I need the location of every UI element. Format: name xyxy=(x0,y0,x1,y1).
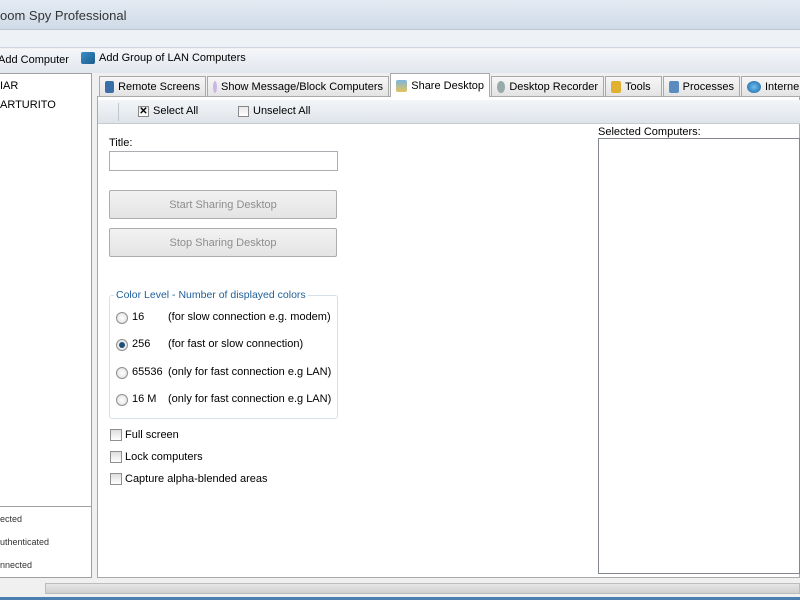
radio-desc: (only for fast connection e.g LAN) xyxy=(168,393,332,405)
radio-value: 16 xyxy=(132,311,145,323)
radio-256[interactable] xyxy=(116,339,128,351)
computer-list[interactable]: IAR ARTURITO ected uthenticated nnected xyxy=(0,73,92,578)
globe-icon xyxy=(747,80,761,93)
tab-label: Show Message/Block Computers xyxy=(220,80,383,93)
tab-internet[interactable]: Interne xyxy=(741,76,800,96)
start-sharing-button[interactable]: Start Sharing Desktop xyxy=(109,190,337,219)
selected-computers-label: Selected Computers: xyxy=(598,126,701,138)
title-bar: oom Spy Professional xyxy=(0,0,800,30)
unselect-all-button[interactable]: Unselect All xyxy=(238,105,310,117)
radio-16[interactable] xyxy=(116,312,128,324)
radio-16m[interactable] xyxy=(116,394,128,406)
tab-processes[interactable]: Processes xyxy=(663,76,740,96)
title-input[interactable] xyxy=(109,151,338,171)
select-all-button[interactable]: ✕ Select All xyxy=(138,105,198,117)
unselect-all-label: Unselect All xyxy=(253,105,311,117)
select-all-label: Select All xyxy=(153,105,199,117)
add-group-label: Add Group of LAN Computers xyxy=(99,52,246,64)
tab-share-desktop[interactable]: Share Desktop xyxy=(390,73,490,97)
main-toolbar: Add Computer Add Group of LAN Computers xyxy=(0,49,800,73)
tab-label: Processes xyxy=(682,80,734,93)
radio-65536[interactable] xyxy=(116,367,128,379)
menu-bar xyxy=(0,31,800,48)
radio-desc: (only for fast connection e.g LAN) xyxy=(168,366,332,378)
title-label: Title: xyxy=(109,137,133,149)
tab-tools[interactable]: Tools xyxy=(605,76,662,96)
message-icon xyxy=(213,80,217,93)
capture-alpha-label: Capture alpha-blended areas xyxy=(125,473,268,485)
radio-value: 256 xyxy=(132,338,151,350)
toolbar-grip xyxy=(118,103,119,121)
drill-icon xyxy=(611,80,621,93)
radio-desc: (for slow connection e.g. modem) xyxy=(168,311,331,323)
color-level-label: Color Level - Number of displayed colors xyxy=(114,289,308,301)
add-computer-button[interactable]: Add Computer xyxy=(0,54,69,66)
full-screen-label: Full screen xyxy=(125,429,179,441)
tab-label: Share Desktop xyxy=(411,79,484,92)
computer-item[interactable]: IAR xyxy=(0,80,18,92)
recorder-icon xyxy=(497,80,506,93)
computer-item[interactable]: ARTURITO xyxy=(0,99,56,111)
legend-authenticated: uthenticated xyxy=(0,537,50,547)
radio-value: 65536 xyxy=(132,366,163,378)
progress-bar xyxy=(45,583,800,594)
legend-connected: nnected xyxy=(0,560,33,570)
monitor-icon xyxy=(105,80,115,93)
lock-computers-checkbox[interactable] xyxy=(110,451,122,463)
tab-show-message[interactable]: Show Message/Block Computers xyxy=(207,76,389,96)
stop-sharing-button[interactable]: Stop Sharing Desktop xyxy=(109,228,337,257)
tab-desktop-recorder[interactable]: Desktop Recorder xyxy=(491,76,604,96)
share-desktop-icon xyxy=(396,79,408,92)
capture-alpha-checkbox[interactable] xyxy=(110,473,122,485)
tab-label: Tools xyxy=(625,80,651,93)
legend-selected: ected xyxy=(0,514,23,524)
full-screen-checkbox[interactable] xyxy=(110,429,122,441)
tab-label: Desktop Recorder xyxy=(509,80,598,93)
add-computer-label: Add Computer xyxy=(0,54,69,66)
selection-toolbar: ✕ Select All Unselect All xyxy=(98,100,800,124)
unchecked-box-icon xyxy=(238,105,249,117)
divider xyxy=(0,506,91,507)
selected-computers-list[interactable] xyxy=(598,138,800,574)
checked-box-icon: ✕ xyxy=(138,105,149,117)
tab-label: Interne xyxy=(765,80,800,93)
add-group-button[interactable]: Add Group of LAN Computers xyxy=(81,52,246,64)
lock-computers-label: Lock computers xyxy=(125,451,203,463)
radio-value: 16 M xyxy=(132,393,157,405)
window-title: oom Spy Professional xyxy=(0,8,127,23)
radio-desc: (for fast or slow connection) xyxy=(168,338,304,350)
processes-icon xyxy=(669,80,679,93)
add-group-icon xyxy=(81,52,95,64)
tab-remote-screens[interactable]: Remote Screens xyxy=(99,76,206,96)
tab-label: Remote Screens xyxy=(118,80,200,93)
